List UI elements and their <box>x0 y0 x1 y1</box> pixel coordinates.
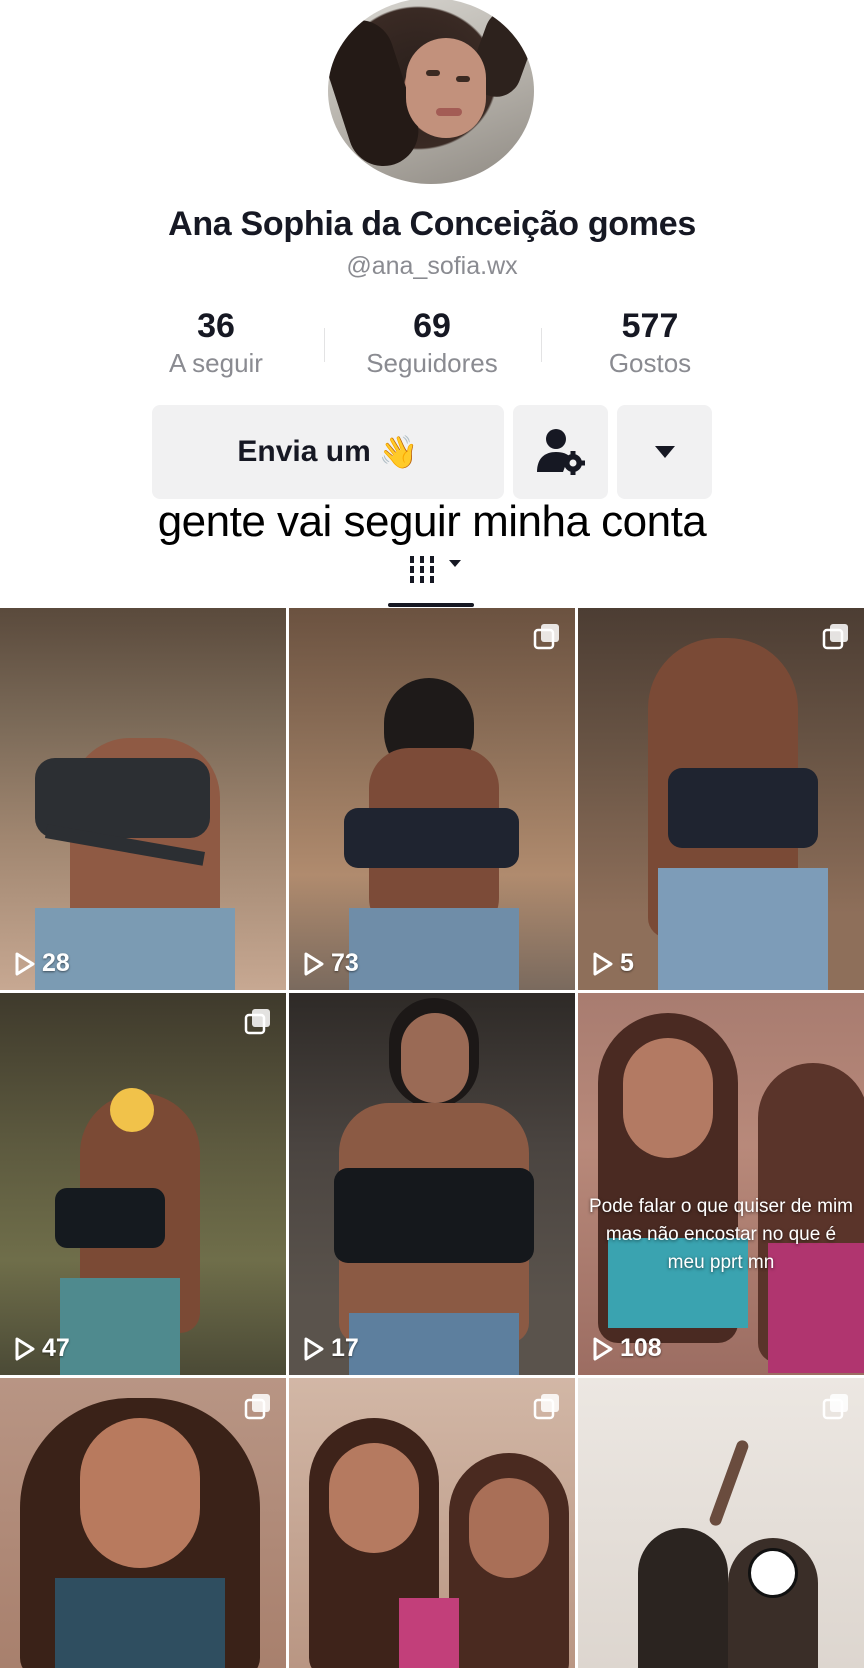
profile-name: Ana Sophia da Conceição gomes <box>168 205 696 243</box>
following-label: A seguir <box>169 348 263 378</box>
profile-handle: @ana_sofia.wx <box>346 252 518 280</box>
grid-icon <box>410 556 434 583</box>
user-settings-button[interactable] <box>513 405 608 499</box>
videos-tab[interactable] <box>408 556 462 584</box>
play-icon <box>304 1337 324 1360</box>
likes-count: 577 <box>621 307 679 345</box>
followers-count: 69 <box>413 307 451 345</box>
multi-photo-icon <box>244 1007 272 1040</box>
view-count: 5 <box>592 949 634 978</box>
caret-down-icon <box>449 560 461 567</box>
play-icon <box>15 952 35 975</box>
followers-label: Seguidores <box>366 348 498 378</box>
video-thumbnail[interactable] <box>0 1378 286 1668</box>
following-stat[interactable]: 36 A seguir <box>116 308 316 379</box>
likes-stat[interactable]: 577 Gostos <box>550 308 750 379</box>
video-thumbnail[interactable] <box>578 1378 864 1668</box>
view-count-text: 17 <box>331 1334 359 1362</box>
video-thumbnail[interactable]: 28 <box>0 608 286 990</box>
view-count-text: 28 <box>42 949 70 977</box>
view-count: 28 <box>14 949 70 978</box>
play-icon <box>593 1337 613 1360</box>
video-overlay-text: Pode falar o que quiser de mim mas não e… <box>588 1196 854 1273</box>
followers-stat[interactable]: 69 Seguidores <box>332 308 532 379</box>
multi-photo-icon <box>533 622 561 655</box>
view-count: 73 <box>303 949 359 978</box>
likes-label: Gostos <box>608 348 692 378</box>
message-button[interactable]: Envia um 👋 <box>152 405 504 499</box>
view-count-text: 73 <box>331 949 359 977</box>
caret-down-icon <box>654 446 675 458</box>
user-gear-icon <box>536 429 585 475</box>
multi-photo-icon <box>244 1392 272 1425</box>
view-count-text: 108 <box>620 1334 662 1362</box>
view-count: 47 <box>14 1334 70 1363</box>
play-icon <box>304 952 324 975</box>
stat-divider <box>541 328 542 362</box>
overlay-caption: gente vai seguir minha conta <box>157 497 707 546</box>
avatar[interactable] <box>328 0 534 184</box>
message-button-label: Envia um <box>237 435 371 468</box>
wave-icon: 👋 <box>378 434 419 470</box>
more-options-button[interactable] <box>617 405 712 499</box>
view-count-text: 47 <box>42 1334 70 1362</box>
multi-photo-icon <box>822 622 850 655</box>
video-thumbnail[interactable]: Pode falar o que quiser de mim mas não e… <box>578 993 864 1375</box>
play-icon <box>15 1337 35 1360</box>
video-thumbnail[interactable] <box>289 1378 575 1668</box>
view-count: 17 <box>303 1334 359 1363</box>
stat-divider <box>324 328 325 362</box>
view-count-text: 5 <box>620 949 634 977</box>
multi-photo-icon <box>822 1392 850 1425</box>
play-icon <box>593 952 613 975</box>
following-count: 36 <box>197 307 235 345</box>
view-count: 108 <box>592 1334 662 1363</box>
video-thumbnail[interactable]: 5 <box>578 608 864 990</box>
video-thumbnail[interactable]: 47 <box>0 993 286 1375</box>
multi-photo-icon <box>533 1392 561 1425</box>
video-thumbnail[interactable]: 17 <box>289 993 575 1375</box>
video-thumbnail[interactable]: 73 <box>289 608 575 990</box>
tab-indicator <box>388 603 474 607</box>
